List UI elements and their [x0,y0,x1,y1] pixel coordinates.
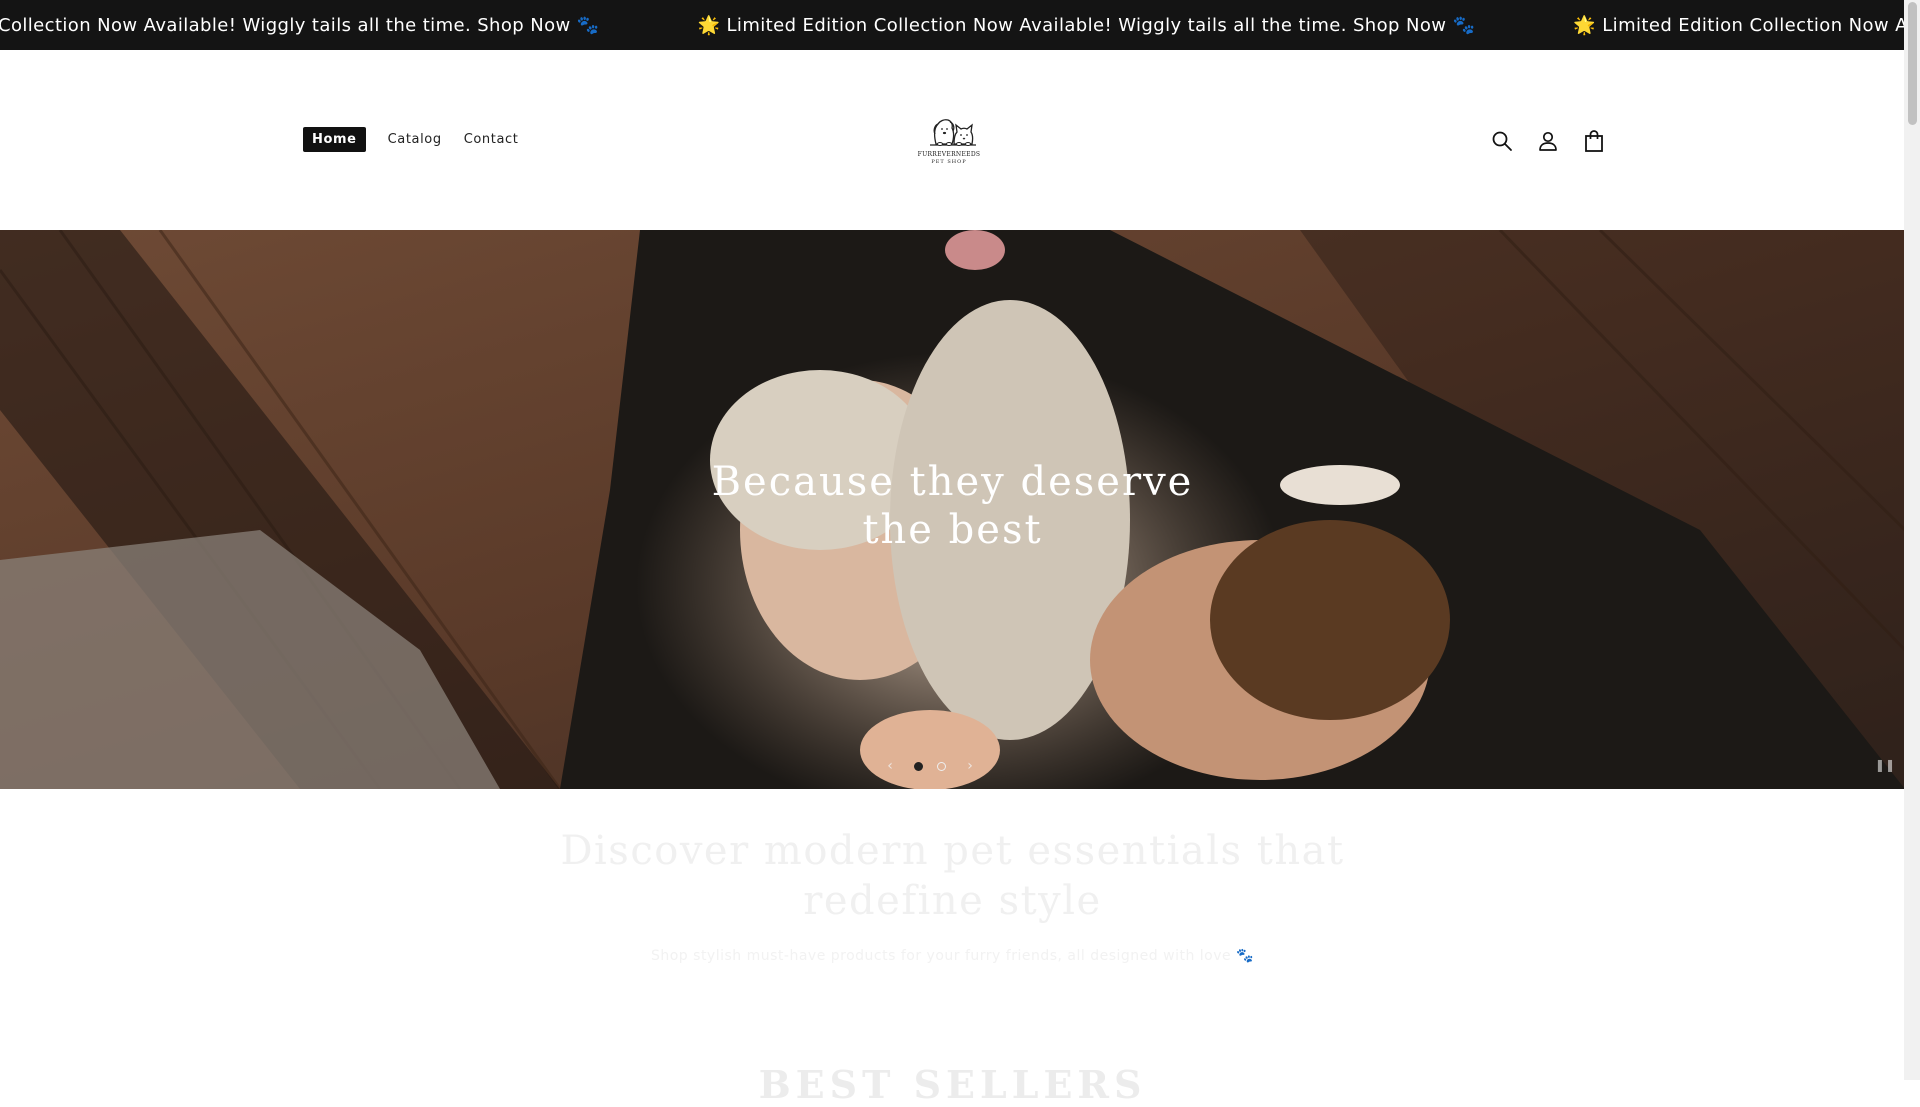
chevron-right-icon: › [967,758,973,774]
hero-heading-line: Because they deserve [711,459,1194,505]
slider-controls: ‹ › [880,756,980,776]
shopping-bag-icon [1585,130,1603,152]
hero-heading-line: the best [862,507,1043,553]
nav-home-link[interactable]: Home [303,127,366,152]
hero-slideshow: Because they deserve the best ‹ › ❚❚ [0,230,1905,789]
announcement-track: Collection Now Available! Wiggly tails a… [0,0,1904,50]
pets-logo-icon [930,119,976,146]
announcement-bar[interactable]: Collection Now Available! Wiggly tails a… [0,0,1904,50]
chevron-left-icon: ‹ [887,758,893,774]
search-button[interactable] [1490,127,1514,155]
user-icon [1539,131,1557,151]
site-header: Home Catalog Contact FURREVERNEEDS PET S… [0,50,1904,230]
header-icons [1490,127,1606,155]
search-icon [1492,131,1512,151]
pause-icon: ❚❚ [1874,758,1895,772]
announcement-text[interactable]: 🌟 Limited Edition Collection Now Availab… [1573,15,1904,36]
nav-contact-link[interactable]: Contact [464,127,519,152]
logo-wordmark: FURREVERNEEDS [917,151,981,158]
intro-subtitle: Shop stylish must-have products for your… [650,948,1255,964]
next-slide-button[interactable]: › [960,756,980,776]
previous-slide-button[interactable]: ‹ [880,756,900,776]
nav-catalog-link[interactable]: Catalog [388,127,442,152]
intro-title-line: Discover modern pet essentials that [560,828,1345,874]
account-button[interactable] [1536,127,1560,155]
slide-dot-1[interactable] [914,761,923,771]
best-sellers-heading: BEST SELLERS [758,1062,1147,1107]
hero-heading: Because they deserve the best [0,458,1905,554]
scrollbar-thumb[interactable] [1908,2,1917,125]
site-logo[interactable]: FURREVERNEEDS PET SHOP [916,114,982,170]
announcement-text[interactable]: Collection Now Available! Wiggly tails a… [0,15,600,36]
main-nav: Home Catalog Contact [303,127,518,152]
cart-button[interactable] [1582,127,1606,155]
intro-title: Discover modern pet essentials that rede… [0,826,1905,926]
logo-tagline: PET SHOP [931,159,967,165]
intro-title-line: redefine style [803,878,1102,924]
pause-slideshow-button[interactable]: ❚❚ [1875,758,1895,772]
page-scrollbar[interactable] [1904,0,1920,1080]
slide-dot-2[interactable] [937,761,946,771]
announcement-text[interactable]: 🌟 Limited Edition Collection Now Availab… [698,15,1476,36]
